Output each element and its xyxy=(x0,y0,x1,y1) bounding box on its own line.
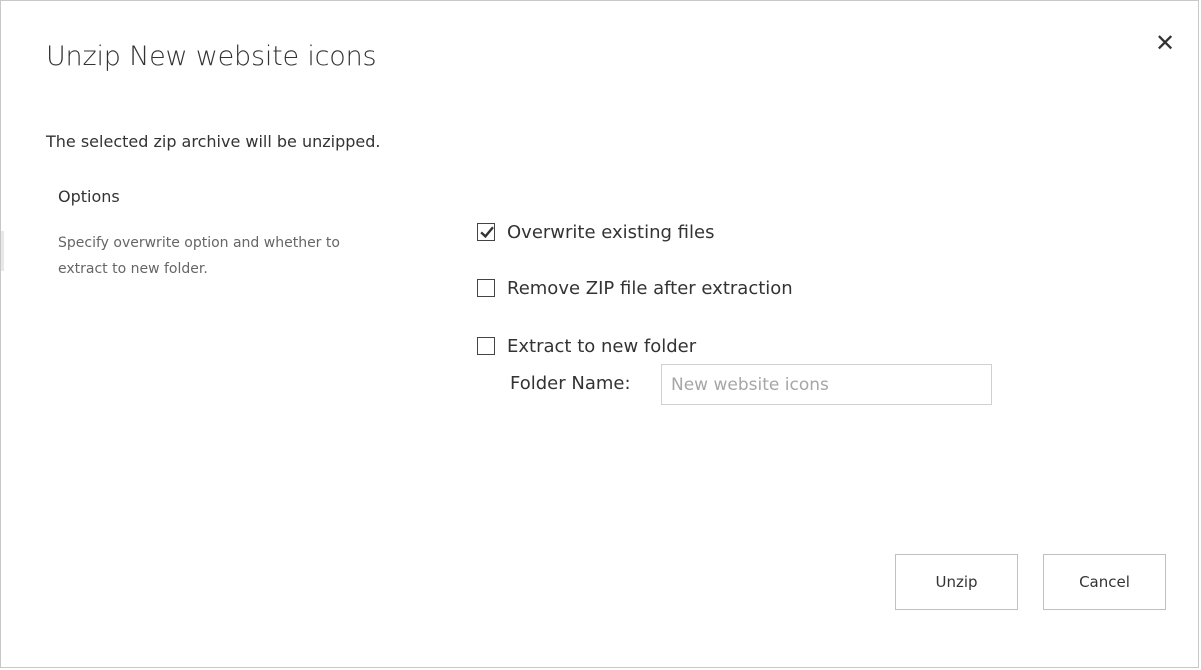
close-icon[interactable]: ✕ xyxy=(1151,29,1179,57)
folder-name-input[interactable] xyxy=(661,364,992,405)
overwrite-existing-files-checkbox[interactable] xyxy=(477,223,495,241)
options-section-help: Specify overwrite option and whether to … xyxy=(58,235,340,277)
remove-zip-file-checkbox[interactable] xyxy=(477,279,495,297)
unzip-dialog: Unzip New website icons ✕ The selected z… xyxy=(0,0,1199,668)
extract-to-new-folder-option[interactable]: Extract to new folder xyxy=(477,335,696,357)
background-edge xyxy=(1,231,4,271)
dialog-title: Unzip New website icons xyxy=(46,41,377,72)
dialog-description: The selected zip archive will be unzippe… xyxy=(46,132,381,151)
folder-name-label: Folder Name: xyxy=(510,373,631,394)
overwrite-existing-files-option[interactable]: Overwrite existing files xyxy=(477,221,714,243)
extract-to-new-folder-label: Extract to new folder xyxy=(507,335,697,357)
unzip-button[interactable]: Unzip xyxy=(895,554,1018,610)
remove-zip-file-option[interactable]: Remove ZIP file after extraction xyxy=(477,277,793,299)
overwrite-existing-files-label: Overwrite existing files xyxy=(507,221,715,243)
extract-to-new-folder-checkbox[interactable] xyxy=(477,337,495,355)
options-section-title: Options xyxy=(58,187,120,206)
cancel-button[interactable]: Cancel xyxy=(1043,554,1166,610)
remove-zip-file-label: Remove ZIP file after extraction xyxy=(507,277,793,299)
checkmark-icon xyxy=(480,226,494,239)
